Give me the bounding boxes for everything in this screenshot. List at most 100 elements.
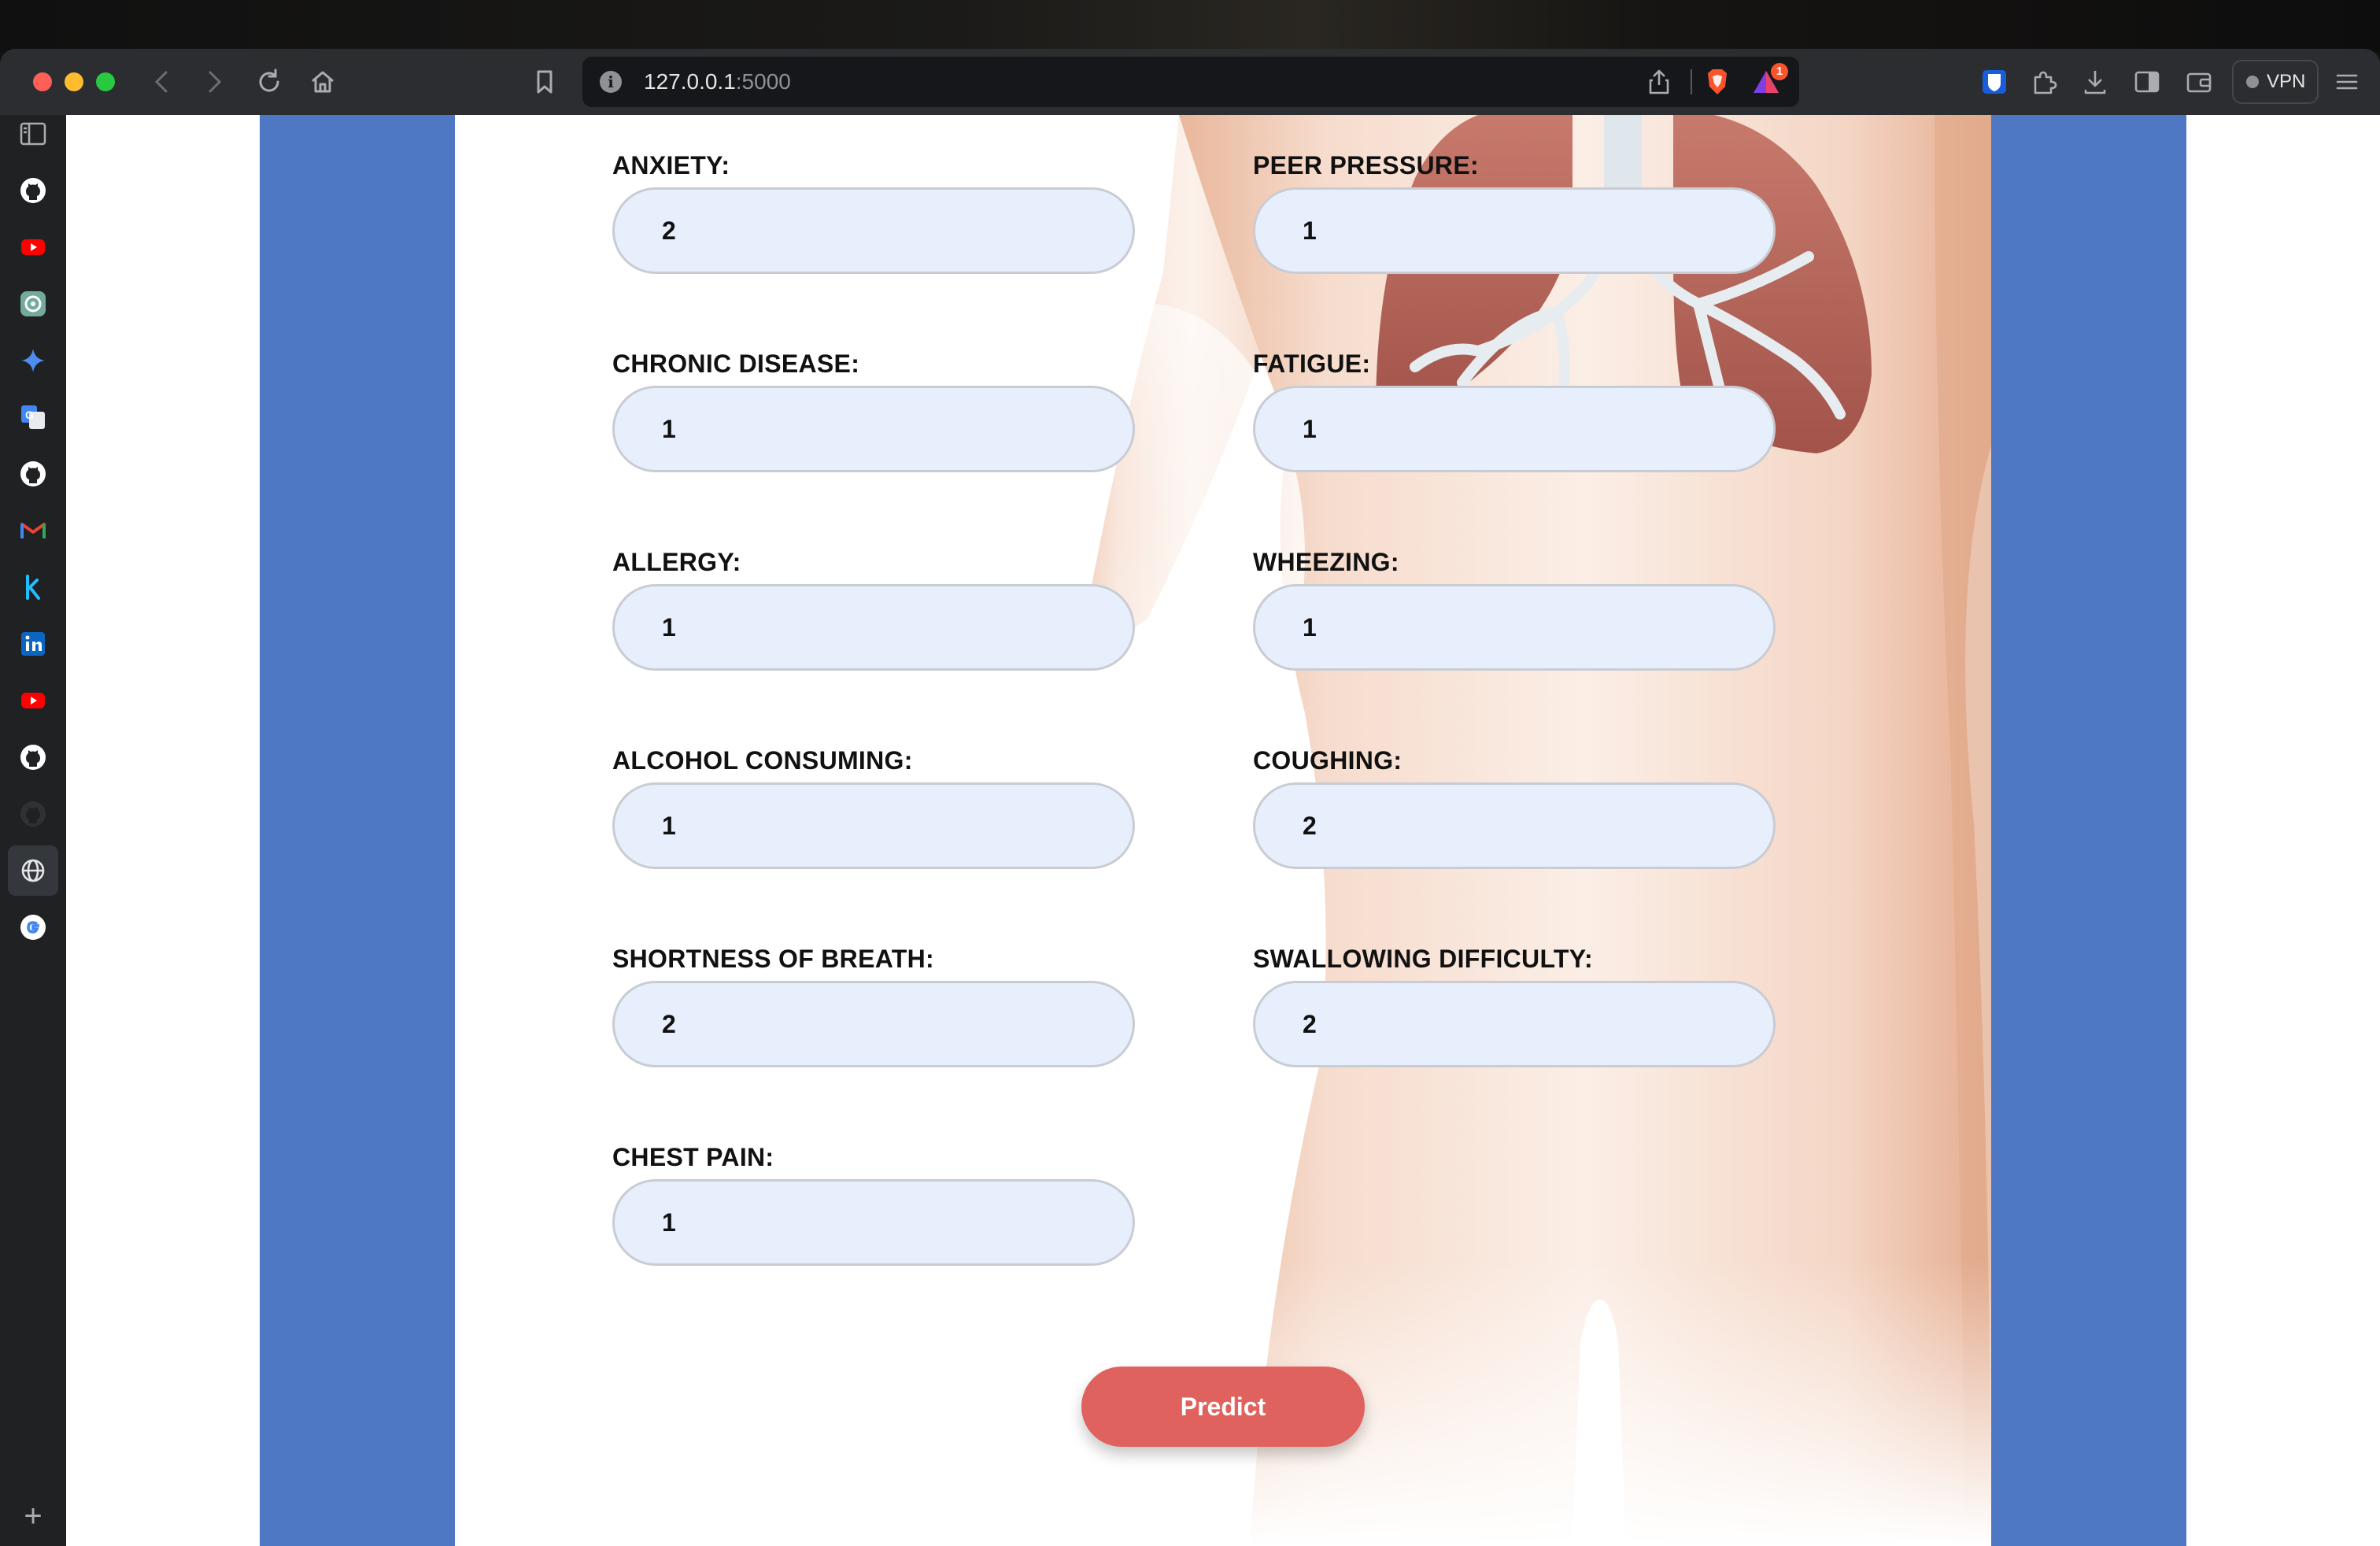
forward-button[interactable] [198, 66, 230, 98]
youtube-icon [21, 693, 45, 708]
form-card: ANXIETY: PEER PRESSURE: CHRONIC DISEASE:… [455, 115, 1991, 1546]
sidebar-item-gmail[interactable] [16, 513, 50, 548]
anxiety-input[interactable] [612, 187, 1135, 274]
field-label-allergy: ALLERGY: [612, 548, 741, 576]
sidebar-item-linkedin[interactable] [16, 627, 50, 661]
shortness-of-breath-input[interactable] [612, 981, 1135, 1067]
minimize-window-button[interactable] [65, 72, 83, 91]
sidebar-item-github-4[interactable] [16, 797, 50, 831]
address-bar[interactable]: i 127.0.0.1:5000 1 [582, 57, 1799, 107]
svg-text:G: G [25, 409, 34, 421]
field-label-peer-pressure: PEER PRESSURE: [1253, 151, 1479, 179]
field-allergy: ALLERGY: [612, 546, 1135, 671]
extensions-icon[interactable] [2027, 66, 2059, 98]
sidebar-item-github-3[interactable] [16, 740, 50, 775]
field-peer-pressure: PEER PRESSURE: [1253, 150, 1776, 274]
chatgpt-icon [20, 291, 46, 316]
sidebar-item-kaggle[interactable] [16, 570, 50, 605]
sidebar-item-youtube-2[interactable] [16, 683, 50, 718]
sidebar-item-google[interactable] [16, 910, 50, 945]
field-wheezing: WHEEZING: [1253, 546, 1776, 671]
github-icon [20, 461, 46, 486]
gmail-icon [20, 523, 46, 538]
field-anxiety: ANXIETY: [612, 150, 1135, 274]
sidebar-panel-icon [20, 122, 46, 146]
field-alcohol-consuming: ALCOHOL CONSUMING: [612, 745, 1135, 869]
bookmark-icon [537, 70, 552, 94]
rewards-badge: 1 [1771, 63, 1788, 80]
field-chest-pain: CHEST PAIN: [612, 1141, 1135, 1266]
menu-icon[interactable] [2331, 66, 2363, 98]
alcohol-consuming-input[interactable] [612, 782, 1135, 869]
chest-pain-input[interactable] [612, 1179, 1135, 1266]
sidebar-item-chatgpt[interactable] [16, 287, 50, 321]
globe-icon [21, 859, 45, 882]
gemini-icon [21, 349, 45, 372]
field-fatigue: FATIGUE: [1253, 348, 1776, 472]
reload-button[interactable] [253, 66, 285, 98]
sidebar-item-youtube[interactable] [16, 230, 50, 264]
github-icon [20, 801, 46, 827]
field-label-chest-pain: CHEST PAIN: [612, 1143, 774, 1171]
field-chronic-disease: CHRONIC DISEASE: [612, 348, 1135, 472]
chronic-disease-input[interactable] [612, 386, 1135, 472]
brave-shields-icon[interactable] [1702, 66, 1733, 98]
field-label-shortness-of-breath: SHORTNESS OF BREATH: [612, 945, 934, 973]
plus-icon: + [24, 1499, 42, 1533]
browser-toolbar: i 127.0.0.1:5000 1 VPN [0, 49, 2380, 115]
reload-icon [259, 68, 279, 92]
sidebar-item-gemini[interactable] [16, 343, 50, 378]
back-button[interactable] [146, 66, 178, 98]
sidebar-panel-button[interactable] [16, 117, 50, 151]
browser-sidebar: G + [0, 115, 66, 1546]
predict-button[interactable]: Predict [1081, 1367, 1365, 1447]
desktop-wallpaper [0, 0, 2380, 52]
page-viewport: ANXIETY: PEER PRESSURE: CHRONIC DISEASE:… [66, 115, 2380, 1546]
vpn-label: VPN [2267, 71, 2306, 92]
google-translate-icon: G [21, 405, 45, 429]
site-info-icon[interactable]: i [600, 71, 622, 93]
sidebar-item-github-2[interactable] [16, 457, 50, 491]
github-icon [20, 178, 46, 203]
coughing-input[interactable] [1253, 782, 1776, 869]
field-label-fatigue: FATIGUE: [1253, 350, 1371, 378]
field-label-chronic-disease: CHRONIC DISEASE: [612, 350, 860, 378]
chevron-left-icon [154, 71, 168, 93]
zoom-window-button[interactable] [96, 72, 115, 91]
vpn-status-icon [2246, 76, 2259, 88]
field-coughing: COUGHING: [1253, 745, 1776, 869]
url-text[interactable]: 127.0.0.1:5000 [644, 69, 791, 94]
home-icon [312, 71, 334, 93]
github-icon [20, 745, 46, 770]
field-swallowing-difficulty: SWALLOWING DIFFICULTY: [1253, 943, 1776, 1067]
chevron-right-icon [209, 71, 222, 93]
sidebar-item-github[interactable] [16, 173, 50, 208]
youtube-icon [21, 239, 45, 255]
sidebar-toggle-icon[interactable] [2131, 66, 2163, 98]
field-label-wheezing: WHEEZING: [1253, 548, 1399, 576]
vpn-button[interactable]: VPN [2232, 60, 2319, 104]
right-side-band [1991, 115, 2186, 1546]
sidebar-item-current-site[interactable] [8, 845, 58, 896]
bookmark-button[interactable] [529, 66, 560, 98]
peer-pressure-input[interactable] [1253, 187, 1776, 274]
allergy-input[interactable] [612, 584, 1135, 671]
download-icon[interactable] [2079, 66, 2111, 98]
wheezing-input[interactable] [1253, 584, 1776, 671]
share-icon[interactable] [1645, 68, 1673, 96]
browser-window: i 127.0.0.1:5000 1 VPN G + ANXIETY: 2 PE… [0, 49, 2380, 1546]
swallowing-difficulty-input[interactable] [1253, 981, 1776, 1067]
fatigue-input[interactable] [1253, 386, 1776, 472]
close-window-button[interactable] [33, 72, 52, 91]
sidebar-item-google-translate[interactable]: G [16, 400, 50, 435]
linkedin-icon [21, 632, 45, 656]
google-icon [20, 915, 46, 940]
home-button[interactable] [307, 66, 338, 98]
field-label-swallowing-difficulty: SWALLOWING DIFFICULTY: [1253, 945, 1594, 973]
left-side-band [260, 115, 455, 1546]
field-shortness-of-breath: SHORTNESS OF BREATH: [612, 943, 1135, 1067]
kaggle-icon [26, 575, 40, 600]
bitwarden-extension-icon[interactable] [1979, 66, 2010, 98]
wallet-icon[interactable] [2183, 66, 2215, 98]
sidebar-add-button[interactable]: + [16, 1499, 50, 1533]
